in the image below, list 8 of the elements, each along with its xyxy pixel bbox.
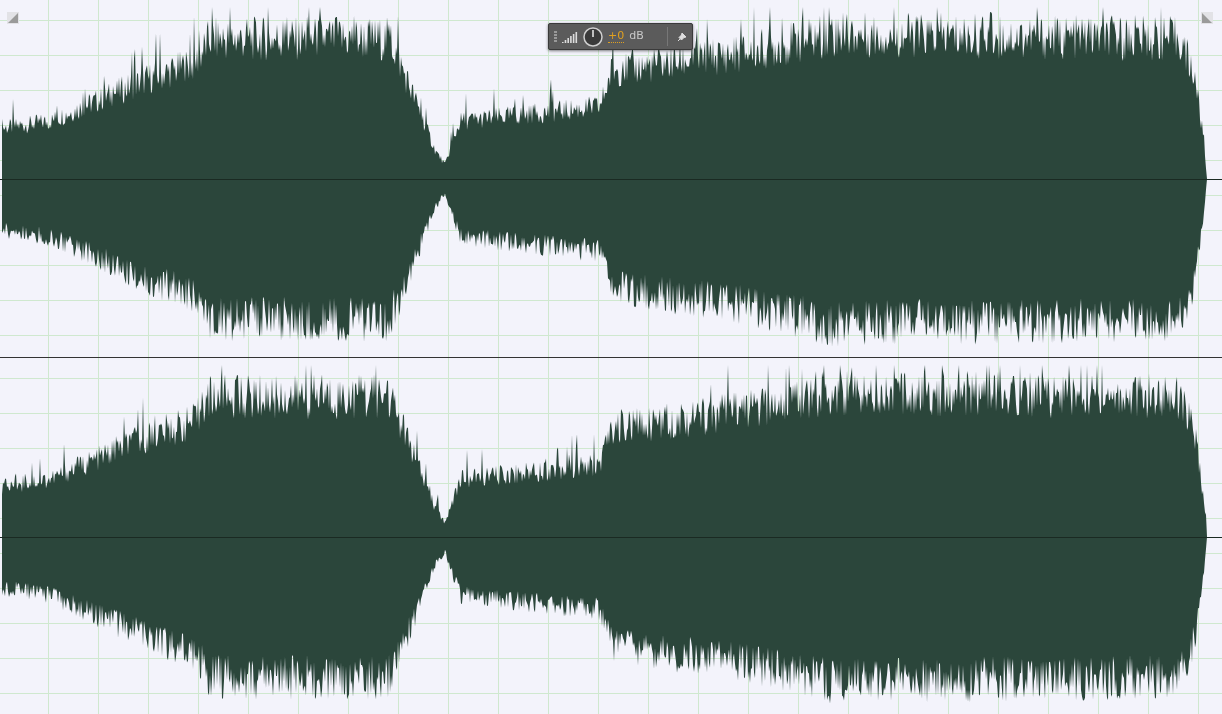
pin-icon[interactable]	[676, 31, 687, 42]
gain-value[interactable]: +0	[608, 30, 625, 43]
zoom-handle-icon[interactable]	[7, 12, 19, 24]
grip-icon[interactable]	[554, 30, 557, 43]
volume-bars-icon	[562, 30, 578, 43]
zoom-handle-icon[interactable]	[1201, 12, 1213, 24]
gain-unit: dB	[629, 28, 644, 45]
volume-knob[interactable]	[583, 26, 603, 47]
